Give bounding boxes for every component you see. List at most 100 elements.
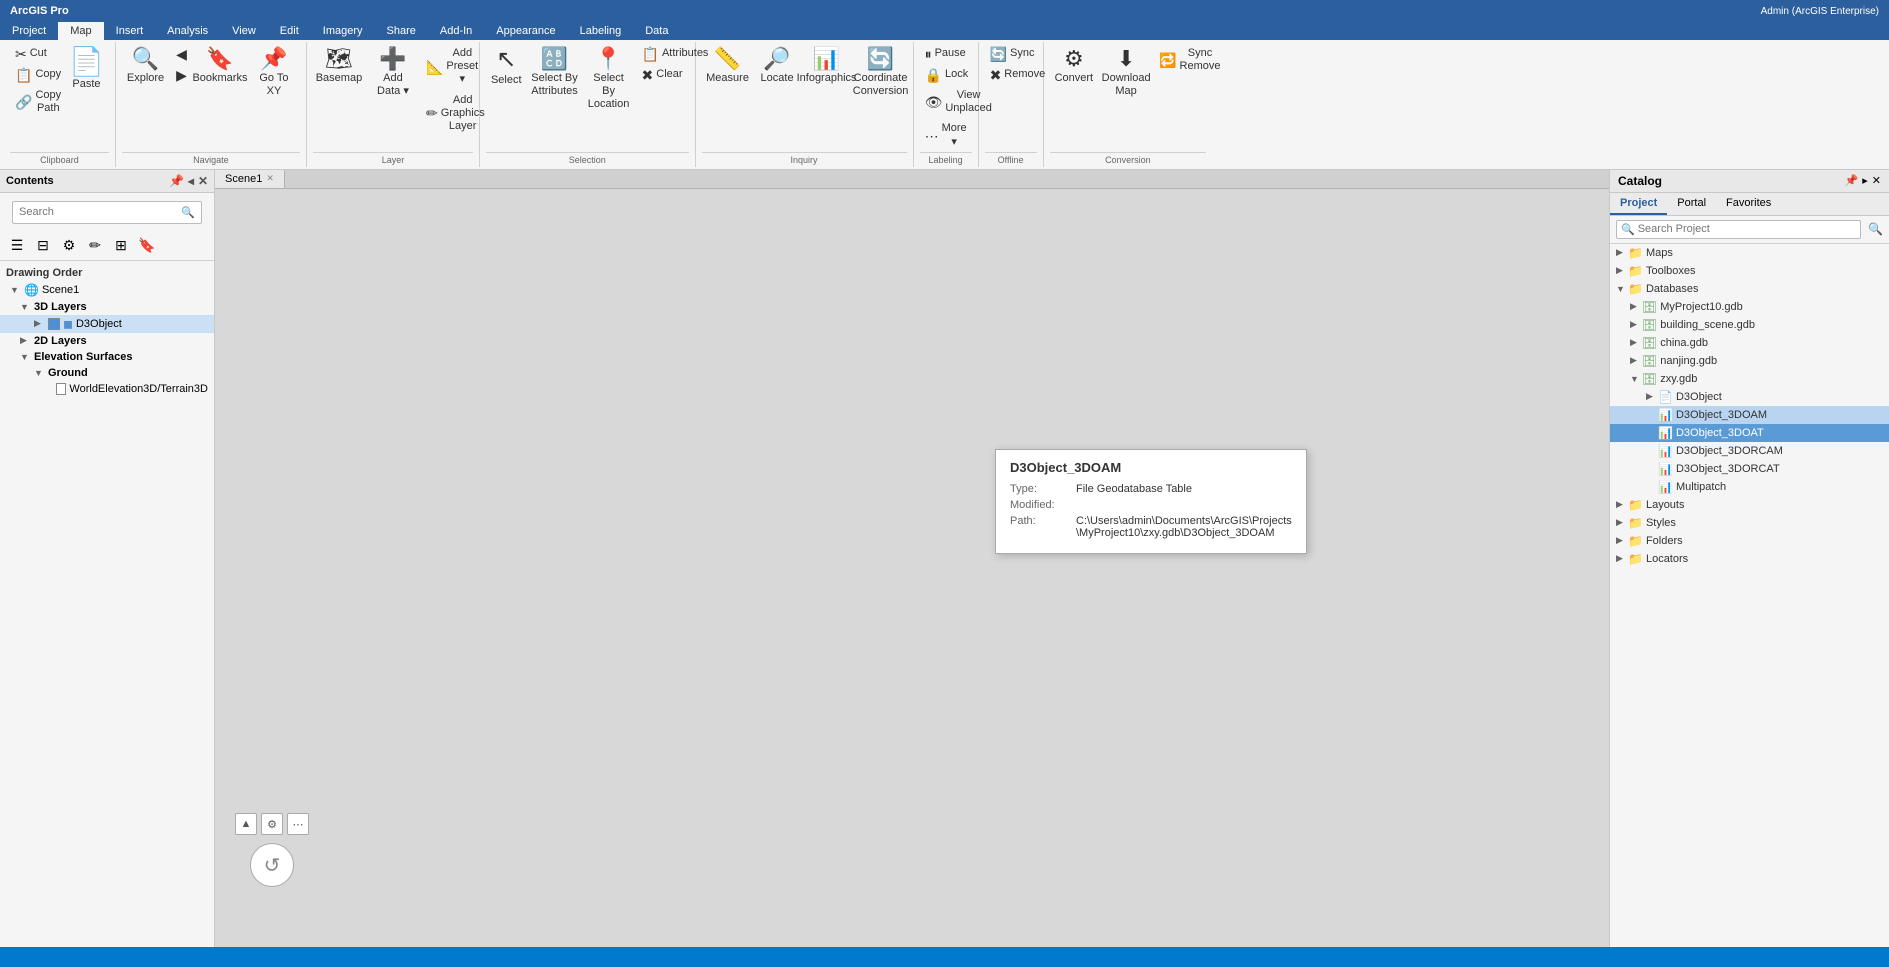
tree-item-worldelevation[interactable]: WorldElevation3D/Terrain3D — [0, 381, 214, 397]
add-preset-button[interactable]: 📐 Add Preset ▾ — [421, 44, 473, 90]
cat-item-d3object[interactable]: ▶ 📄 D3Object — [1610, 388, 1889, 406]
download-map-button[interactable]: ⬇ Download Map — [1100, 44, 1152, 102]
catalog-pin-icon[interactable]: 📌 — [1845, 174, 1859, 187]
more-button[interactable]: ⋯ More ▾ — [920, 119, 972, 151]
tab-appearance[interactable]: Appearance — [484, 22, 567, 40]
go-to-xy-button[interactable]: 📌 Go To XY — [248, 44, 300, 102]
cat-item-d3object-3doat[interactable]: 📊 D3Object_3DOAT — [1610, 424, 1889, 442]
remove-button[interactable]: ✖ Remove — [985, 65, 1037, 85]
nav-up-btn[interactable]: ▲ — [235, 813, 257, 835]
back-button[interactable]: ◀ — [171, 44, 192, 64]
locate-button[interactable]: 🔎 Locate — [756, 44, 799, 89]
pause-button[interactable]: ⏸ Pause — [920, 44, 972, 64]
bookmarks-button[interactable]: 🔖 Bookmarks — [194, 44, 246, 89]
tab-project[interactable]: Project — [0, 22, 58, 40]
nav-settings-btn[interactable]: ⚙ — [261, 813, 283, 835]
cat-item-china[interactable]: ▶ 🗄 china.gdb — [1610, 334, 1889, 352]
3d-layers-expand-icon[interactable]: ▼ — [20, 302, 34, 312]
add-layer-icon[interactable]: ⊞ — [110, 235, 132, 257]
cat-item-d3object-3dorcam[interactable]: 📊 D3Object_3DORCAM — [1610, 442, 1889, 460]
tab-insert[interactable]: Insert — [104, 22, 156, 40]
2d-layers-expand-icon[interactable]: ▶ — [20, 335, 34, 346]
select-by-attr-button[interactable]: 🔠 Select By Attributes — [529, 44, 581, 102]
paste-button[interactable]: 📄 Paste — [64, 44, 109, 95]
elevation-expand-icon[interactable]: ▼ — [20, 352, 34, 362]
copy-button[interactable]: 📋 Copy — [10, 65, 62, 85]
catalog-search-btn[interactable]: 🔍 — [1868, 222, 1883, 236]
tab-analysis[interactable]: Analysis — [155, 22, 220, 40]
cat-item-databases[interactable]: ▼ 📁 Databases — [1610, 280, 1889, 298]
catalog-autohide-icon[interactable]: ▸ — [1862, 174, 1868, 187]
tab-imagery[interactable]: Imagery — [311, 22, 375, 40]
measure-button[interactable]: 📏 Measure — [702, 44, 754, 89]
attributes-button[interactable]: 📋 Attributes — [637, 44, 689, 64]
clear-selection-button[interactable]: ✖ Clear — [637, 65, 689, 85]
select-by-loc-button[interactable]: 📍 Select By Location — [583, 44, 635, 116]
cat-item-maps[interactable]: ▶ 📁 Maps — [1610, 244, 1889, 262]
tree-item-3d-layers[interactable]: ▼ 3D Layers — [0, 299, 214, 315]
worldelevation-checkbox[interactable] — [56, 383, 67, 395]
add-graphics-button[interactable]: ✏ Add Graphics Layer — [421, 91, 473, 137]
tab-scene1-close-icon[interactable]: ✕ — [266, 173, 274, 184]
cat-item-myproject10[interactable]: ▶ 🗄 MyProject10.gdb — [1610, 298, 1889, 316]
compass[interactable]: ↺ — [250, 843, 294, 887]
tree-item-elevation[interactable]: ▼ Elevation Surfaces — [0, 349, 214, 365]
cat-item-locators[interactable]: ▶ 📁 Locators — [1610, 550, 1889, 568]
scene1-expand-icon[interactable]: ▼ — [10, 285, 24, 295]
sync-button[interactable]: 🔄 Sync — [985, 44, 1037, 64]
catalog-close-icon[interactable]: ✕ — [1872, 174, 1881, 187]
tab-view[interactable]: View — [220, 22, 268, 40]
d3object-checkbox[interactable] — [48, 318, 60, 330]
search-input[interactable] — [19, 206, 181, 218]
tree-item-2d-layers[interactable]: ▶ 2D Layers — [0, 333, 214, 349]
pin-icon[interactable]: 📌 — [169, 174, 184, 188]
forward-button[interactable]: ▶ — [171, 65, 192, 85]
cat-item-styles[interactable]: ▶ 📁 Styles — [1610, 514, 1889, 532]
cat-item-folders[interactable]: ▶ 📁 Folders — [1610, 532, 1889, 550]
view-unplaced-button[interactable]: 👁 View Unplaced — [920, 86, 972, 118]
lock-button[interactable]: 🔒 Lock — [920, 65, 972, 85]
catalog-tab-favorites[interactable]: Favorites — [1716, 193, 1781, 215]
select-button[interactable]: ↖ Select — [486, 44, 527, 91]
nav-dots-btn[interactable]: ⋯ — [287, 813, 309, 835]
cat-item-nanjing[interactable]: ▶ 🗄 nanjing.gdb — [1610, 352, 1889, 370]
map-canvas[interactable]: D3Object_3DOAM Type: File Geodatabase Ta… — [215, 189, 1609, 947]
filter-icon[interactable]: ⊟ — [32, 235, 54, 257]
copy-path-button[interactable]: 🔗 Copy Path — [10, 86, 62, 118]
cat-item-zxy[interactable]: ▼ 🗄 zxy.gdb — [1610, 370, 1889, 388]
list-view-icon[interactable]: ☰ — [6, 235, 28, 257]
d3object-expand-icon[interactable]: ▶ — [34, 318, 48, 329]
explore-button[interactable]: 🔍 Explore — [122, 44, 169, 89]
close-panel-icon[interactable]: ✕ — [198, 174, 208, 188]
tree-item-ground[interactable]: ▼ Ground — [0, 365, 214, 381]
infographics-button[interactable]: 📊 Infographics — [801, 44, 853, 89]
pencil-icon[interactable]: ✏ — [84, 235, 106, 257]
catalog-tab-project[interactable]: Project — [1610, 193, 1667, 215]
cat-item-toolboxes[interactable]: ▶ 📁 Toolboxes — [1610, 262, 1889, 280]
convert-button[interactable]: ⚙ Convert — [1050, 44, 1099, 89]
ground-expand-icon[interactable]: ▼ — [34, 368, 48, 378]
tab-addin[interactable]: Add-In — [428, 22, 484, 40]
coord-conv-button[interactable]: 🔄 Coordinate Conversion — [855, 44, 907, 102]
add-data-button[interactable]: ➕ Add Data ▾ — [367, 44, 419, 102]
catalog-tab-portal[interactable]: Portal — [1667, 193, 1716, 215]
cut-button[interactable]: ✂ Cut — [10, 44, 62, 64]
sync-remove-button[interactable]: 🔁 Sync Remove — [1154, 44, 1206, 76]
tab-map[interactable]: Map — [58, 22, 103, 40]
tree-item-scene1[interactable]: ▼ 🌐 Scene1 — [0, 281, 214, 299]
bookmark-icon[interactable]: 🔖 — [136, 235, 158, 257]
auto-hide-icon[interactable]: ◂ — [188, 174, 194, 188]
tree-item-d3object[interactable]: ▶ ◼ D3Object — [0, 315, 214, 333]
tab-edit[interactable]: Edit — [268, 22, 311, 40]
settings-icon[interactable]: ⚙ — [58, 235, 80, 257]
cat-item-d3object-3doam[interactable]: 📊 D3Object_3DOAM — [1610, 406, 1889, 424]
tab-share[interactable]: Share — [375, 22, 428, 40]
cat-item-building-scene[interactable]: ▶ 🗄 building_scene.gdb — [1610, 316, 1889, 334]
cat-item-multipatch[interactable]: 📊 Multipatch — [1610, 478, 1889, 496]
cat-item-layouts[interactable]: ▶ 📁 Layouts — [1610, 496, 1889, 514]
cat-item-d3object-3dorcat[interactable]: 📊 D3Object_3DORCAT — [1610, 460, 1889, 478]
basemap-button[interactable]: 🗺 Basemap — [313, 44, 365, 89]
catalog-search-input[interactable] — [1638, 223, 1856, 235]
tab-data[interactable]: Data — [633, 22, 680, 40]
tab-labeling[interactable]: Labeling — [568, 22, 634, 40]
